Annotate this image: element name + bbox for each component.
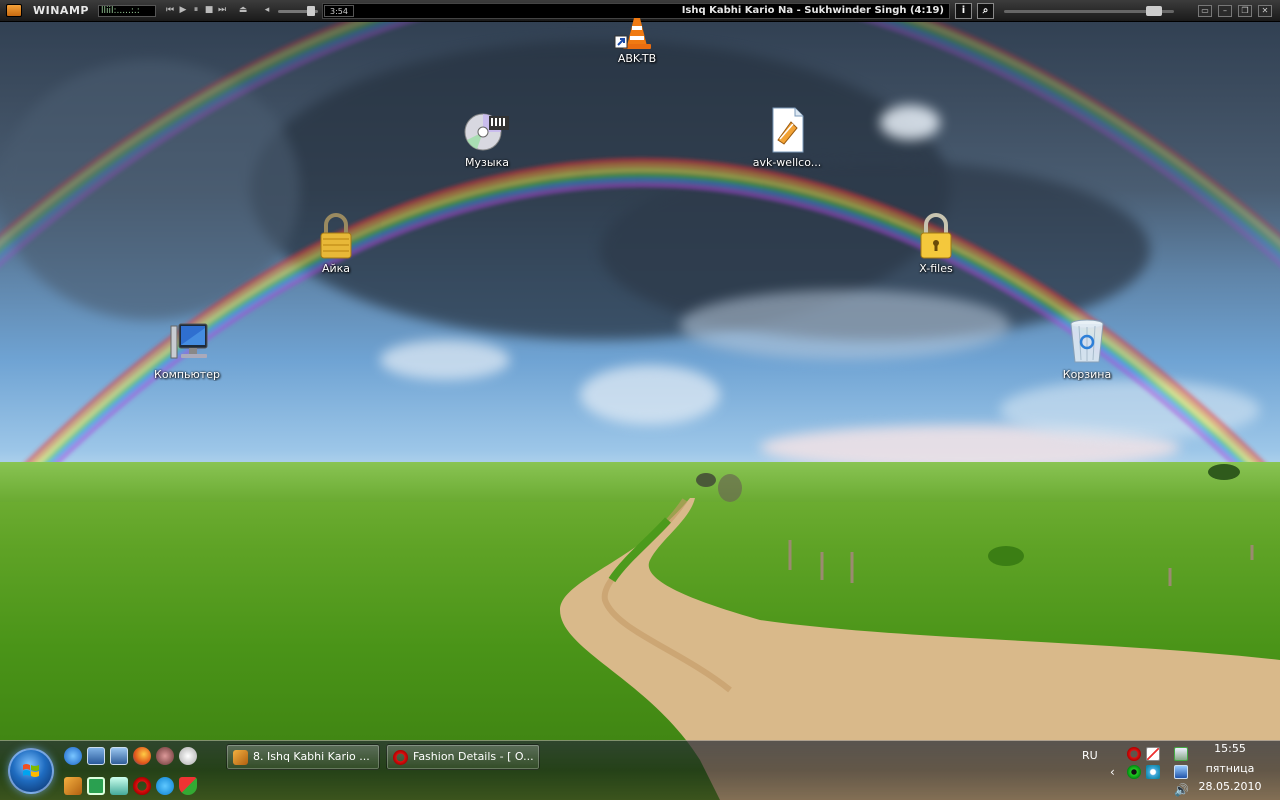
previous-icon[interactable]: ⏮ xyxy=(165,5,175,16)
h-app-icon[interactable] xyxy=(87,777,105,795)
lock-icon xyxy=(312,212,360,260)
playback-time[interactable]: 3:54 xyxy=(324,5,354,17)
firefox-icon[interactable] xyxy=(133,747,151,765)
desktop-icon-aika[interactable]: Айка xyxy=(291,212,381,275)
taskbar: 8. Ishq Kabhi Kario ... Fashion Details … xyxy=(0,740,1280,800)
song-title: Ishq Kabhi Kario Na - Sukhwinder Singh (… xyxy=(681,5,944,16)
usb-tray-icon[interactable] xyxy=(1174,747,1188,761)
winamp-launch-icon[interactable] xyxy=(64,777,82,795)
speaker-icon[interactable]: 🔊 xyxy=(1174,783,1189,797)
minimize-button[interactable]: – xyxy=(1218,5,1232,17)
internet-explorer-icon[interactable] xyxy=(64,747,82,765)
opera-icon xyxy=(393,750,408,765)
eye-tray-icon[interactable] xyxy=(1127,765,1141,779)
dirt-road xyxy=(560,464,1280,800)
clock-date: 28.05.2010 xyxy=(1198,780,1262,793)
messenger-icon[interactable] xyxy=(179,747,197,765)
music-cd-icon xyxy=(463,110,511,154)
icon-label: X-files xyxy=(919,262,953,275)
info-button[interactable]: i xyxy=(955,3,972,19)
windows-logo-icon xyxy=(23,764,39,777)
winamp-menu-icon[interactable] xyxy=(6,4,22,17)
volume-knob[interactable] xyxy=(306,6,315,16)
desktop-icon-music[interactable]: Музыка xyxy=(442,110,532,169)
desktop-wallpaper xyxy=(0,0,1280,800)
eject-icon[interactable]: ⏏ xyxy=(238,5,248,16)
search-button[interactable]: ⌕ xyxy=(977,3,994,19)
task-button-winamp[interactable]: 8. Ishq Kabhi Kario ... xyxy=(226,744,380,770)
language-indicator[interactable]: RU xyxy=(1082,749,1098,762)
start-button[interactable] xyxy=(8,748,54,794)
next-icon[interactable]: ⏭ xyxy=(217,5,227,16)
task-label: 8. Ishq Kabhi Kario ... xyxy=(253,750,370,763)
winamp-file-icon xyxy=(763,106,811,154)
desktop-icon-abk-tb[interactable]: ABK-TB xyxy=(592,12,682,65)
show-desktop-icon[interactable] xyxy=(87,747,105,765)
security-shield-icon[interactable] xyxy=(179,777,197,795)
lock-icon xyxy=(912,212,960,260)
icon-label: Компьютер xyxy=(154,368,220,381)
system-clock[interactable]: 15:55 пятница 28.05.2010 xyxy=(1196,741,1264,795)
network-tray-icon[interactable] xyxy=(1146,747,1160,761)
opera-tray-icon[interactable] xyxy=(1127,747,1141,761)
desktop-icon-recycle-bin[interactable]: Корзина xyxy=(1042,318,1132,381)
icon-label: Корзина xyxy=(1062,368,1112,381)
seek-knob[interactable] xyxy=(1145,6,1162,16)
desktop-icon-computer[interactable]: Компьютер xyxy=(142,318,232,381)
computer-icon xyxy=(163,318,211,366)
visualizer[interactable]: lliil:.....:.: xyxy=(98,5,156,17)
volume-icon: ◂ xyxy=(264,5,270,15)
recycle-launch-icon[interactable] xyxy=(110,777,128,795)
icon-label: avk-wellco... xyxy=(752,156,822,169)
icon-label: Музыка xyxy=(465,156,509,169)
winamp-icon xyxy=(233,750,248,765)
icon-label: ABK-TB xyxy=(617,52,657,65)
opera-launch-icon[interactable] xyxy=(133,777,151,795)
icon-label: Айка xyxy=(321,262,351,275)
play-icon[interactable]: ▶ xyxy=(178,5,188,16)
clock-time: 15:55 xyxy=(1214,742,1246,755)
close-button[interactable]: ✕ xyxy=(1258,5,1272,17)
desktop-icon-x-files[interactable]: X-files xyxy=(891,212,981,275)
clock-day: пятница xyxy=(1205,762,1255,775)
pause-icon[interactable]: ⏸ xyxy=(191,5,201,16)
recycle-bin-icon xyxy=(1063,318,1111,366)
skype-icon[interactable] xyxy=(156,777,174,795)
vlc-cone-shortcut-icon xyxy=(613,12,661,50)
restore-button[interactable]: ❐ xyxy=(1238,5,1252,17)
stop-icon[interactable]: ■ xyxy=(204,5,214,16)
winamp-title: WINAMP xyxy=(33,4,89,17)
shade-button[interactable]: ▭ xyxy=(1198,5,1212,17)
media-icon[interactable] xyxy=(156,747,174,765)
monitor-tray-icon[interactable] xyxy=(1174,765,1188,779)
switch-windows-icon[interactable] xyxy=(110,747,128,765)
task-button-opera[interactable]: Fashion Details - [ O... xyxy=(386,744,540,770)
sun-tray-icon[interactable] xyxy=(1146,765,1160,779)
task-label: Fashion Details - [ O... xyxy=(413,750,534,763)
chevron-left-icon[interactable]: ‹ xyxy=(1110,765,1115,779)
desktop-icon-avk-wellco[interactable]: avk-wellco... xyxy=(742,106,832,169)
